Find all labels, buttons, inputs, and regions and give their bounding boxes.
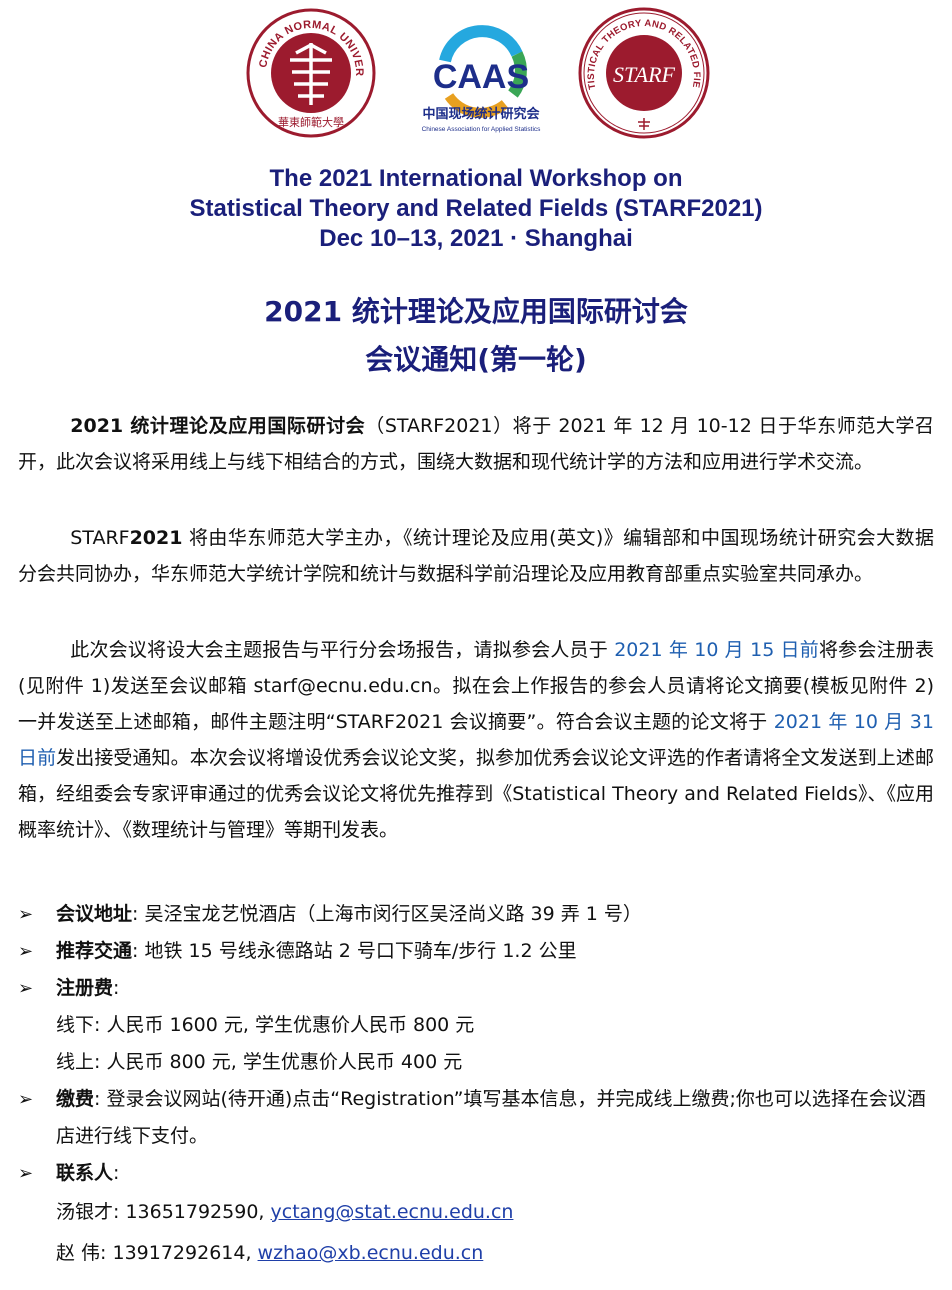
payment-label: 缴费: [56, 1088, 95, 1110]
chinese-title-line2: 会议通知(第一轮): [365, 343, 587, 376]
list-item-contact: ➢ 联系人:: [18, 1155, 934, 1192]
submission-text-1: 此次会议将设大会主题报告与平行分会场报告，请拟参会人员于: [70, 639, 615, 661]
organizer-paragraph: STARF2021 将由华东师范大学主办，《统计理论及应用(英文)》编辑部和中国…: [18, 520, 934, 592]
arrow-bullet-icon: ➢: [18, 1163, 34, 1184]
arrow-bullet-icon: ➢: [18, 978, 34, 999]
contact-zhao-email-link[interactable]: wzhao@xb.ecnu.edu.cn: [258, 1242, 484, 1264]
starf-prefix: STARF: [70, 527, 130, 549]
arrow-bullet-icon: ➢: [18, 904, 34, 925]
venue-text: : 吴泾宝龙艺悦酒店（上海市闵行区吴泾尚义路 39 弄 1 号）: [132, 903, 642, 925]
english-title: The 2021 International Workshop on Stati…: [0, 164, 952, 254]
venue-label: 会议地址: [56, 903, 133, 925]
contact-tang-email-link[interactable]: yctang@stat.ecnu.edu.cn: [271, 1201, 514, 1223]
ecnu-logo: EAST CHINA NORMAL UNIVERSITY 華東師範大學: [246, 8, 376, 138]
submission-paragraph: 此次会议将设大会主题报告与平行分会场报告，请拟参会人员于 2021 年 10 月…: [18, 632, 934, 848]
ecnu-cn-text: 華東師範大學: [278, 115, 344, 129]
arrow-bullet-icon: ➢: [18, 1089, 34, 1110]
caas-arc-blue-icon: [439, 25, 523, 63]
registration-deadline: 2021 年 10 月 15 日前: [614, 639, 819, 661]
starf-logo: STATISTICAL THEORY AND RELATED FIELDS ST…: [577, 6, 710, 139]
info-list: ➢ 会议地址: 吴泾宝龙艺悦酒店（上海市闵行区吴泾尚义路 39 弄 1 号） ➢ 推…: [18, 896, 934, 1272]
caas-logo: CAAS 中国现场统计研究会 Chinese Association for A…: [422, 25, 542, 133]
fee-label: 注册费: [56, 977, 114, 999]
list-item-fee: ➢ 注册费:: [18, 970, 934, 1007]
notice-page: EAST CHINA NORMAL UNIVERSITY 華東師範大學 CAAS…: [0, 0, 952, 1290]
caas-en-name: Chinese Association for Applied Statisti…: [422, 126, 542, 133]
contact-label: 联系人: [56, 1162, 114, 1184]
payment-text: : 登录会议网站(待开通)点击“Registration”填写基本信息，并完成线…: [56, 1088, 926, 1147]
starf-year: 2021: [129, 527, 183, 549]
caas-mark: CAAS: [433, 58, 529, 96]
contact-zhao: 赵 伟: 13917292614, wzhao@xb.ecnu.edu.cn: [18, 1235, 934, 1272]
contact-tang: 汤银才: 13651792590, yctang@stat.ecnu.edu.c…: [18, 1194, 934, 1231]
contact-tang-phone: 汤银才: 13651792590,: [56, 1201, 271, 1223]
transport-label: 推荐交通: [56, 940, 133, 962]
fee-online: 线上: 人民币 800 元, 学生优惠价人民币 400 元: [56, 1051, 463, 1073]
fee-offline: 线下: 人民币 1600 元, 学生优惠价人民币 800 元: [56, 1014, 475, 1036]
list-item-transport: ➢ 推荐交通: 地铁 15 号线永德路站 2 号口下骑车/步行 1.2 公里: [18, 933, 934, 970]
english-title-line2: Statistical Theory and Related Fields (S…: [189, 195, 763, 222]
contact-zhao-phone: 赵 伟: 13917292614,: [56, 1242, 258, 1264]
chinese-title-line1: 2021 统计理论及应用国际研讨会: [264, 295, 688, 328]
logo-row: EAST CHINA NORMAL UNIVERSITY 華東師範大學 CAAS…: [0, 6, 952, 146]
starf-mark: STARF: [613, 62, 675, 87]
list-item-payment: ➢ 缴费: 登录会议网站(待开通)点击“Registration”填写基本信息，并…: [18, 1081, 934, 1155]
list-item-venue: ➢ 会议地址: 吴泾宝龙艺悦酒店（上海市闵行区吴泾尚义路 39 弄 1 号）: [18, 896, 934, 933]
submission-text-3: 发出接受通知。本次会议将增设优秀会议论文奖，拟参加优秀会议论文评选的作者请将全文…: [18, 747, 934, 841]
fee-colon: :: [113, 977, 120, 999]
arrow-bullet-icon: ➢: [18, 941, 34, 962]
chinese-title: 2021 统计理论及应用国际研讨会 会议通知(第一轮): [0, 288, 952, 384]
workshop-name: 2021 统计理论及应用国际研讨会: [70, 415, 366, 437]
contact-colon: :: [113, 1162, 120, 1184]
english-title-line3: Dec 10–13, 2021 · Shanghai: [319, 225, 633, 252]
intro-paragraph: 2021 统计理论及应用国际研讨会（STARF2021）将于 2021 年 12…: [18, 408, 934, 480]
transport-text: : 地铁 15 号线永德路站 2 号口下骑车/步行 1.2 公里: [132, 940, 577, 962]
caas-cn-name: 中国现场统计研究会: [422, 106, 540, 122]
english-title-line1: The 2021 International Workshop on: [269, 165, 683, 192]
